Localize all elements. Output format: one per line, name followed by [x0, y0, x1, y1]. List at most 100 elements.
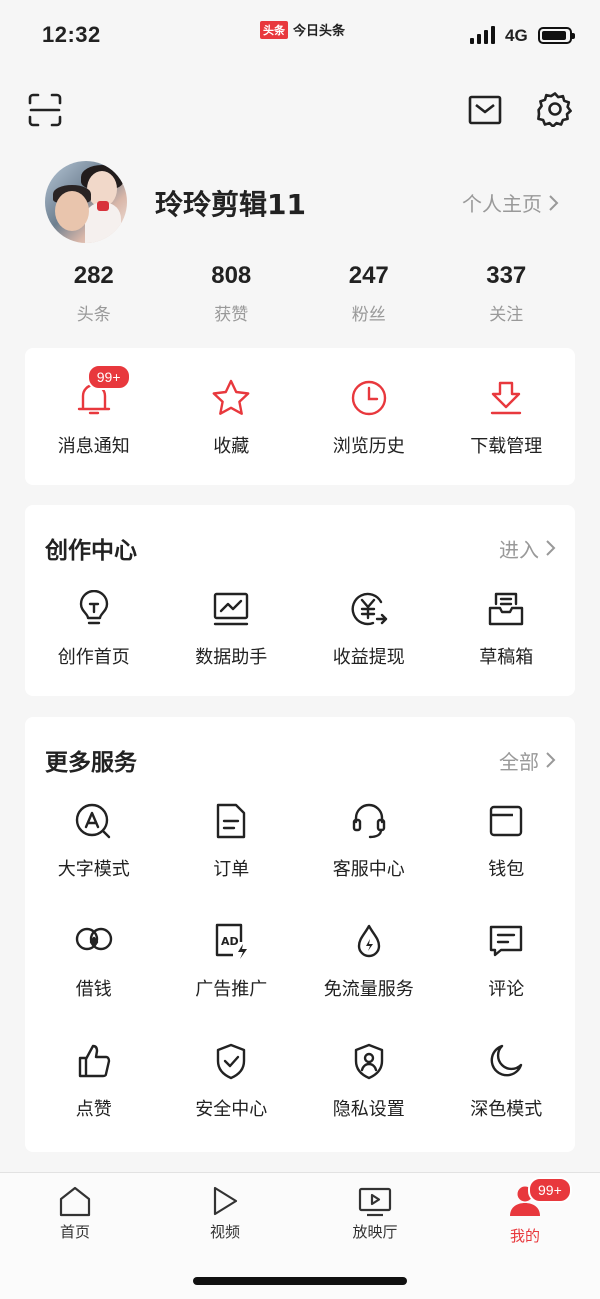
customer-service-entry[interactable]: 客服中心	[300, 801, 438, 881]
service-label: 点赞	[75, 1099, 112, 1120]
order-icon	[217, 803, 246, 839]
stat-label: 头条	[76, 305, 111, 325]
signal-icon	[470, 26, 495, 44]
gear-icon	[537, 92, 572, 127]
downloads-entry[interactable]: 下载管理	[438, 378, 576, 458]
avatar[interactable]	[45, 161, 127, 243]
profile-stats: 282 头条 808 获赞 247 粉丝 337 关注	[25, 262, 575, 325]
history-entry[interactable]: 浏览历史	[300, 378, 438, 458]
service-label: 订单	[213, 859, 250, 880]
earnings-entry[interactable]: 收益提现	[300, 589, 438, 669]
app-logo: 头条	[260, 20, 288, 39]
service-label: 大字模式	[57, 859, 130, 880]
stat-label: 粉丝	[351, 305, 386, 325]
service-label: 安全中心	[195, 1099, 268, 1120]
message-button[interactable]	[465, 90, 505, 130]
service-label: 借钱	[75, 979, 112, 1000]
entry-label: 草稿箱	[479, 647, 534, 668]
loan-icon	[75, 927, 112, 951]
stat-value: 282	[73, 262, 114, 289]
lightbulb-icon	[79, 590, 108, 625]
action-label: 浏览历史	[332, 436, 405, 457]
creator-home-entry[interactable]: 创作首页	[25, 589, 163, 669]
mail-icon	[468, 95, 502, 125]
service-label: 广告推广	[195, 979, 268, 1000]
stat-label: 获赞	[214, 305, 249, 325]
more-services-card: 更多服务 全部 大字模式 订单 客服中心 钱包 借钱 AD 广告推广 免流量服务…	[25, 717, 575, 1152]
quick-actions-card: 99+ 消息通知 收藏 浏览历史 下载管理	[25, 348, 575, 485]
privacy-icon	[354, 1043, 383, 1080]
stat-followers[interactable]: 247 粉丝	[300, 262, 438, 325]
yuan-icon	[351, 592, 387, 626]
stat-likes[interactable]: 808 获赞	[163, 262, 301, 325]
scan-button[interactable]	[25, 90, 65, 130]
action-label: 收藏	[213, 436, 250, 457]
status-bar: 12:32 头条 今日头条 4G	[0, 0, 600, 70]
app-name: 今日头条	[293, 24, 346, 39]
home-indicator	[193, 1277, 407, 1285]
wallet-entry[interactable]: 钱包	[438, 801, 576, 881]
ad-promotion-entry[interactable]: AD 广告推广	[163, 921, 301, 1001]
moon-icon	[490, 1044, 523, 1077]
likes-entry[interactable]: 点赞	[25, 1041, 163, 1121]
tab-label: 首页	[59, 1223, 90, 1241]
theater-icon	[358, 1187, 392, 1217]
star-icon	[212, 379, 250, 415]
large-font-icon	[75, 803, 110, 839]
service-label: 客服中心	[332, 859, 405, 880]
data-free-service-entry[interactable]: 免流量服务	[300, 921, 438, 1001]
action-label: 下载管理	[470, 436, 543, 457]
service-label: 免流量服务	[323, 979, 414, 1000]
enter-label: 进入	[499, 537, 539, 562]
comments-entry[interactable]: 评论	[438, 921, 576, 1001]
orders-entry[interactable]: 订单	[163, 801, 301, 881]
section-title: 更多服务	[45, 750, 137, 776]
service-label: 钱包	[488, 859, 525, 880]
stat-articles[interactable]: 282 头条	[25, 262, 163, 325]
settings-button[interactable]	[534, 88, 576, 130]
service-label: 评论	[488, 979, 525, 1000]
notification-badge: 99+	[86, 364, 131, 390]
entry-label: 收益提现	[332, 647, 405, 668]
shield-check-icon	[217, 1043, 246, 1080]
home-icon	[59, 1186, 91, 1217]
entry-label: 创作首页	[57, 647, 130, 668]
view-all-label: 全部	[499, 749, 539, 774]
tab-badge: 99+	[528, 1177, 572, 1203]
entry-label: 数据助手	[195, 647, 268, 668]
personal-homepage-link[interactable]: 个人主页	[462, 188, 560, 217]
view-all-link[interactable]: 全部	[499, 746, 557, 775]
comment-icon	[490, 925, 523, 957]
tab-theater[interactable]: 放映厅	[325, 1185, 425, 1242]
tab-video[interactable]: 视频	[175, 1185, 275, 1242]
drafts-entry[interactable]: 草稿箱	[438, 589, 576, 669]
tab-label: 视频	[209, 1223, 240, 1241]
favorites-entry[interactable]: 收藏	[163, 378, 301, 458]
privacy-settings-entry[interactable]: 隐私设置	[300, 1041, 438, 1121]
tab-mine[interactable]: 99+ 我的	[475, 1177, 575, 1246]
dark-mode-entry[interactable]: 深色模式	[438, 1041, 576, 1121]
tab-home[interactable]: 首页	[25, 1185, 125, 1242]
download-icon	[491, 381, 522, 415]
loan-entry[interactable]: 借钱	[25, 921, 163, 1001]
notifications-entry[interactable]: 99+ 消息通知	[25, 364, 163, 458]
section-title: 创作中心	[45, 538, 137, 564]
enter-link[interactable]: 进入	[499, 534, 557, 563]
svg-text:AD: AD	[221, 935, 239, 948]
stat-value: 337	[486, 262, 527, 289]
scan-icon	[28, 93, 62, 127]
tab-label: 我的	[509, 1227, 540, 1245]
stat-following[interactable]: 337 关注	[438, 262, 576, 325]
network-label: 4G	[505, 26, 528, 45]
data-free-icon	[357, 924, 380, 958]
security-center-entry[interactable]: 安全中心	[163, 1041, 301, 1121]
wallet-icon	[490, 805, 523, 837]
service-label: 隐私设置	[332, 1099, 405, 1120]
status-time: 12:32	[42, 22, 101, 47]
ad-icon: AD	[216, 923, 248, 959]
large-font-mode-entry[interactable]: 大字模式	[25, 801, 163, 881]
username[interactable]: 玲玲剪辑11	[155, 183, 306, 223]
data-assistant-entry[interactable]: 数据助手	[163, 589, 301, 669]
draft-box-icon	[489, 592, 524, 626]
stat-value: 247	[348, 262, 389, 289]
